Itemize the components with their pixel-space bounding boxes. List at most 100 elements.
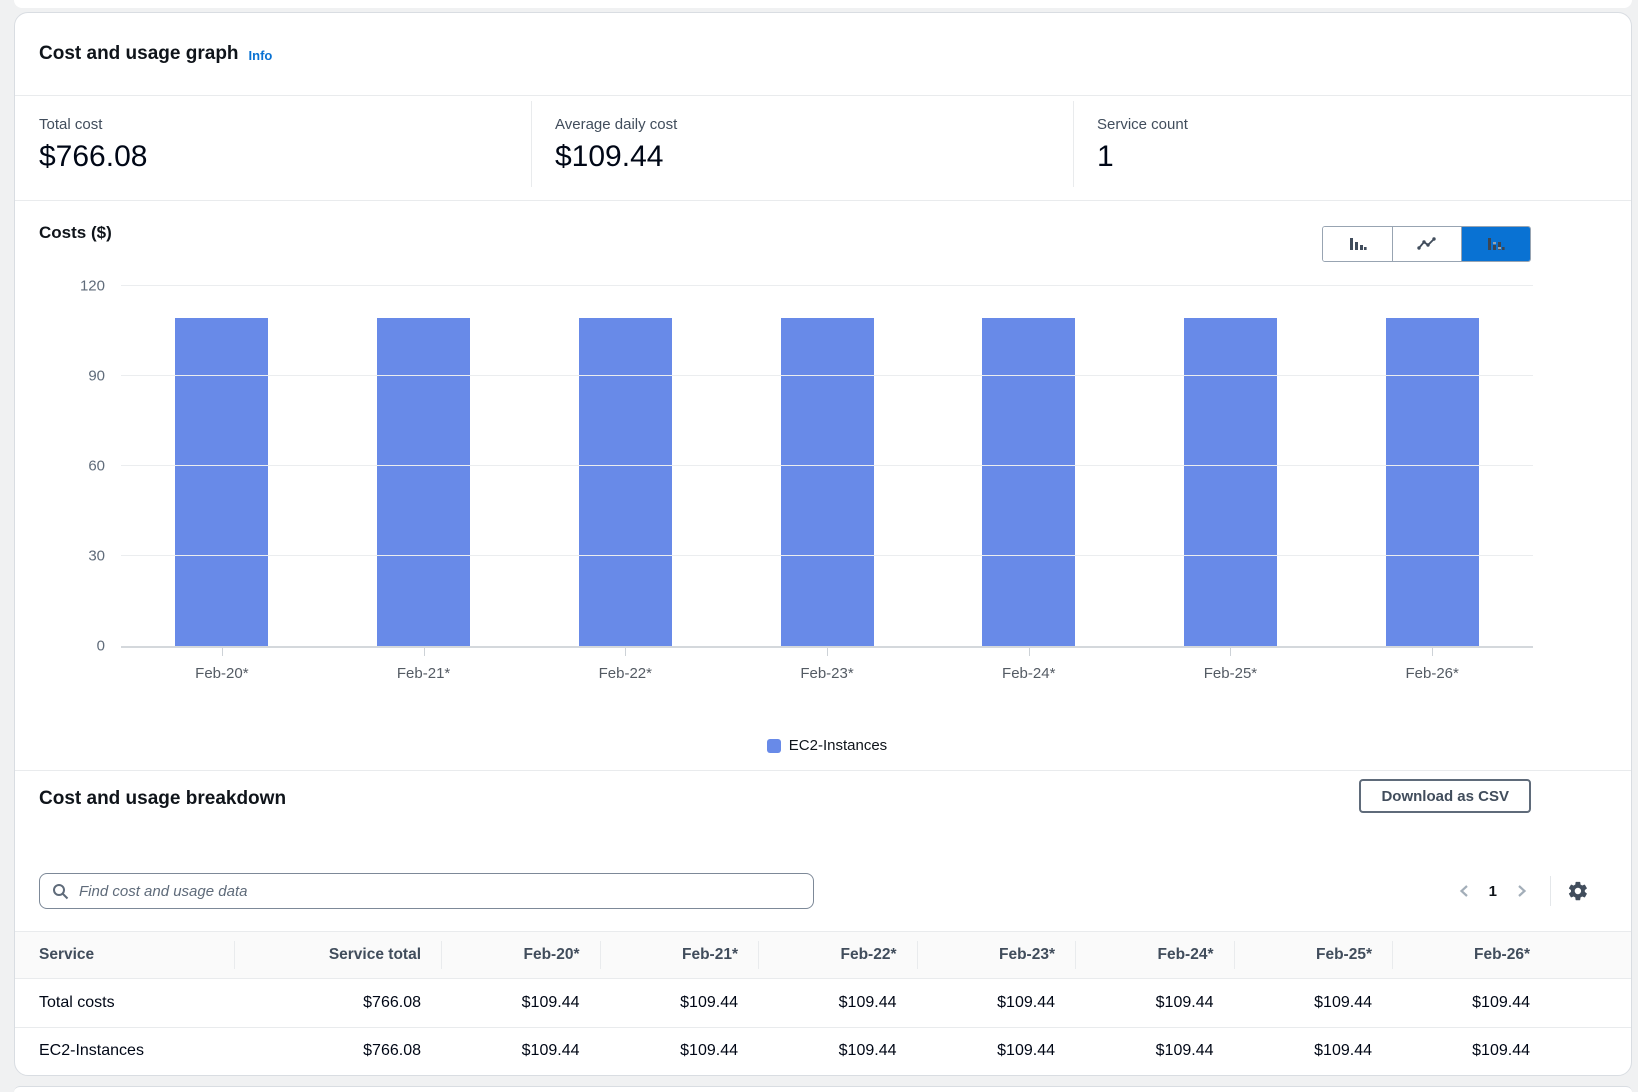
x-axis-tick xyxy=(827,648,828,656)
download-csv-button[interactable]: Download as CSV xyxy=(1359,779,1531,813)
metric-total-cost: Total cost $766.08 xyxy=(15,96,531,200)
cell: $766.08 xyxy=(234,1028,441,1076)
y-axis-tick-label: 0 xyxy=(97,639,105,654)
info-link[interactable]: Info xyxy=(249,48,273,63)
chevron-left-icon xyxy=(1457,883,1471,899)
stacked-bar-chart-icon xyxy=(1487,235,1505,253)
y-axis-tick-label: 120 xyxy=(80,279,105,294)
bar-group: Feb-24* xyxy=(928,286,1130,646)
previous-page-button[interactable] xyxy=(1448,883,1480,899)
metrics-row: Total cost $766.08 Average daily cost $1… xyxy=(15,95,1631,200)
breakdown-table: ServiceService totalFeb-20*Feb-21*Feb-22… xyxy=(15,931,1631,1075)
metric-label: Service count xyxy=(1097,116,1631,133)
column-header: Feb-21* xyxy=(600,932,759,978)
column-header: Feb-26* xyxy=(1392,932,1631,978)
cell: $109.44 xyxy=(600,1028,759,1076)
bar-group: Feb-25* xyxy=(1130,286,1332,646)
cell: $109.44 xyxy=(1075,979,1234,1027)
cell: $109.44 xyxy=(600,979,759,1027)
y-axis-tick-label: 90 xyxy=(88,369,105,384)
search-icon xyxy=(52,883,69,900)
cell: $109.44 xyxy=(1075,1028,1234,1076)
metric-value: $109.44 xyxy=(555,140,1073,174)
previous-card-edge xyxy=(14,0,1632,8)
metric-label: Total cost xyxy=(39,116,531,133)
x-axis-tick-label: Feb-24* xyxy=(1002,665,1055,682)
bar-group: Feb-20* xyxy=(121,286,323,646)
breakdown-section: Cost and usage breakdown Download as CSV… xyxy=(15,770,1631,1075)
column-header: Feb-25* xyxy=(1234,932,1393,978)
cell: $109.44 xyxy=(917,979,1076,1027)
breakdown-title: Cost and usage breakdown xyxy=(39,788,286,810)
bars-area: Feb-20*Feb-21*Feb-22*Feb-23*Feb-24*Feb-2… xyxy=(121,286,1533,646)
current-page[interactable]: 1 xyxy=(1480,883,1506,900)
chart-legend: EC2-Instances xyxy=(121,737,1533,754)
line-chart-icon xyxy=(1417,236,1437,252)
x-axis-tick-label: Feb-21* xyxy=(397,665,450,682)
table-header-row: ServiceService totalFeb-20*Feb-21*Feb-22… xyxy=(15,931,1631,979)
x-axis-tick-label: Feb-23* xyxy=(800,665,853,682)
search-box xyxy=(39,873,814,909)
cost-and-usage-card: Cost and usage graph Info Total cost $76… xyxy=(14,12,1632,1076)
column-header: Feb-20* xyxy=(441,932,600,978)
table-row: Total costs$766.08$109.44$109.44$109.44$… xyxy=(15,979,1631,1027)
cell: $109.44 xyxy=(758,1028,917,1076)
pagination-controls: 1 xyxy=(1448,875,1593,907)
x-axis-tick xyxy=(1432,648,1433,656)
x-axis-tick-label: Feb-22* xyxy=(599,665,652,682)
page-title: Cost and usage graph xyxy=(39,43,239,65)
legend-label: EC2-Instances xyxy=(789,737,887,754)
x-axis-tick xyxy=(222,648,223,656)
gear-icon xyxy=(1567,880,1589,902)
search-input[interactable] xyxy=(77,882,801,901)
column-header: Feb-23* xyxy=(917,932,1076,978)
gridline xyxy=(121,285,1533,286)
line-chart-toggle-button[interactable] xyxy=(1392,227,1461,261)
stacked-bar-chart-toggle-button[interactable] xyxy=(1461,227,1530,261)
bar-chart-toggle-button[interactable] xyxy=(1323,227,1392,261)
cell: Total costs xyxy=(15,979,234,1027)
bar[interactable] xyxy=(175,318,268,646)
metric-service-count: Service count 1 xyxy=(1073,96,1631,200)
cell: $109.44 xyxy=(1392,1028,1631,1076)
legend-item[interactable]: EC2-Instances xyxy=(767,737,887,754)
bar-chart-plot: Feb-20*Feb-21*Feb-22*Feb-23*Feb-24*Feb-2… xyxy=(121,286,1533,648)
bar[interactable] xyxy=(377,318,470,646)
column-header: Feb-24* xyxy=(1075,932,1234,978)
y-axis-tick-label: 60 xyxy=(88,459,105,474)
chart-type-toggle xyxy=(1322,226,1531,262)
x-axis-tick xyxy=(424,648,425,656)
chevron-right-icon xyxy=(1515,883,1529,899)
bar-group: Feb-23* xyxy=(726,286,928,646)
table-settings-button[interactable] xyxy=(1563,880,1593,902)
bar-group: Feb-22* xyxy=(524,286,726,646)
metric-label: Average daily cost xyxy=(555,116,1073,133)
legend-swatch-icon xyxy=(767,739,781,753)
next-page-button[interactable] xyxy=(1506,883,1538,899)
bar[interactable] xyxy=(781,318,874,646)
cell: $766.08 xyxy=(234,979,441,1027)
metric-value: 1 xyxy=(1097,140,1631,174)
bar-chart-icon xyxy=(1349,235,1367,253)
bar[interactable] xyxy=(1184,318,1277,646)
cell: $109.44 xyxy=(1234,979,1393,1027)
bar[interactable] xyxy=(982,318,1075,646)
column-header: Service total xyxy=(234,932,441,978)
controls-divider xyxy=(1550,876,1551,906)
bar[interactable] xyxy=(1386,318,1479,646)
x-axis-tick xyxy=(625,648,626,656)
x-axis-tick-label: Feb-25* xyxy=(1204,665,1257,682)
gridline xyxy=(121,555,1533,556)
x-axis-tick xyxy=(1230,648,1231,656)
x-axis-tick-label: Feb-26* xyxy=(1405,665,1458,682)
metric-average-daily-cost: Average daily cost $109.44 xyxy=(531,96,1073,200)
cell: $109.44 xyxy=(441,1028,600,1076)
bar-group: Feb-26* xyxy=(1331,286,1533,646)
card-header: Cost and usage graph Info xyxy=(15,13,1631,95)
cell: $109.44 xyxy=(1234,1028,1393,1076)
cell: EC2-Instances xyxy=(15,1028,234,1076)
bar[interactable] xyxy=(579,318,672,646)
cell: $109.44 xyxy=(1392,979,1631,1027)
y-axis-tick-label: 30 xyxy=(88,549,105,564)
x-axis-tick-label: Feb-20* xyxy=(195,665,248,682)
